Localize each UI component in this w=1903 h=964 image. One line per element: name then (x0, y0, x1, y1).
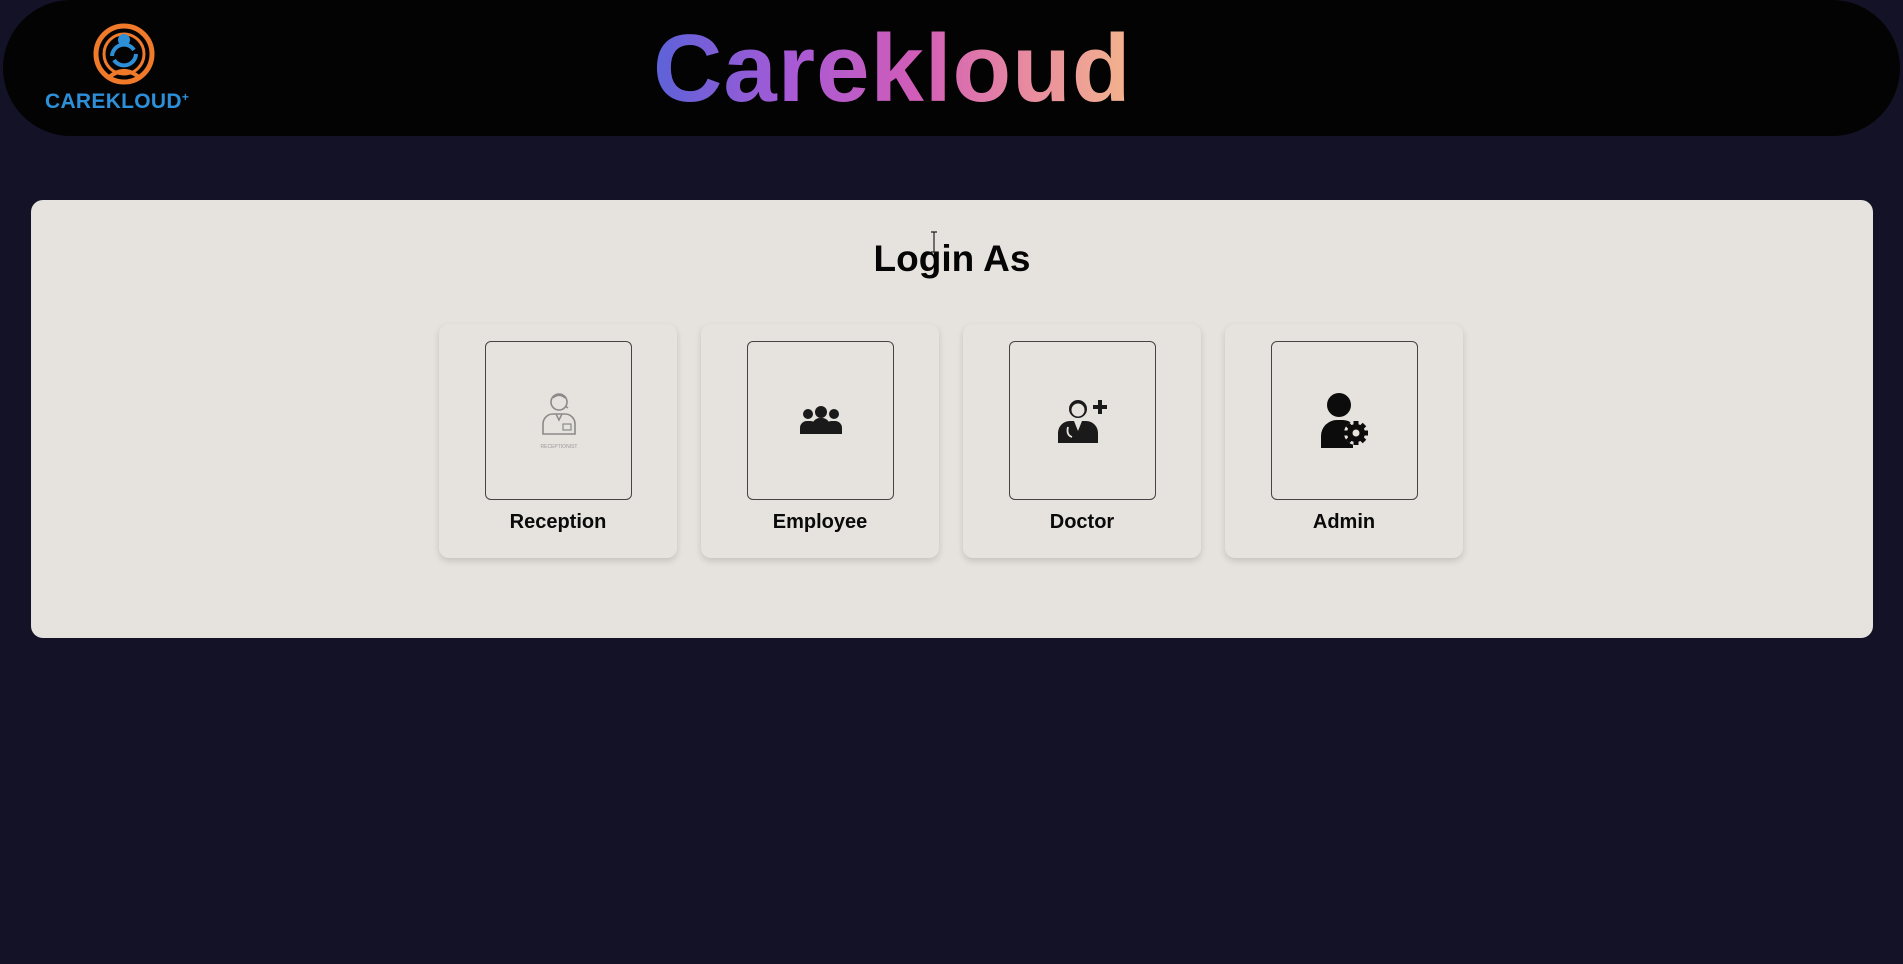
role-icon-frame (1009, 341, 1156, 500)
role-card-reception[interactable]: RECEPTIONIST Reception (439, 324, 677, 558)
role-icon-frame (747, 341, 894, 500)
admin-gear-icon (1320, 392, 1368, 448)
role-card-admin[interactable]: Admin (1225, 324, 1463, 558)
role-label: Employee (772, 511, 868, 533)
text-cursor-icon (931, 231, 937, 253)
svg-text:RECEPTIONIST: RECEPTIONIST (540, 444, 577, 450)
login-heading: Login As (873, 238, 1031, 279)
carekloud-logo[interactable]: CAREKLOUD+ (43, 22, 209, 118)
brand-title: Carekloud (653, 15, 1132, 122)
role-icon-frame (1271, 341, 1418, 500)
role-label: Admin (1312, 511, 1376, 533)
role-label: Doctor (1049, 511, 1115, 533)
doctor-plus-icon (1057, 399, 1107, 443)
login-role-panel: Login As RECEPTIONIST Reception Employee… (31, 200, 1873, 638)
employees-group-icon (799, 405, 842, 434)
logo-mark-icon (93, 23, 155, 85)
logo-wordmark: CAREKLOUD+ (45, 90, 190, 113)
role-icon-frame: RECEPTIONIST (485, 341, 632, 500)
receptionist-icon: RECEPTIONIST (540, 392, 577, 450)
top-header: CAREKLOUD+ Carekloud (3, 0, 1900, 136)
role-label: Reception (509, 511, 607, 533)
role-card-employee[interactable]: Employee (701, 324, 939, 558)
role-card-doctor[interactable]: Doctor (963, 324, 1201, 558)
